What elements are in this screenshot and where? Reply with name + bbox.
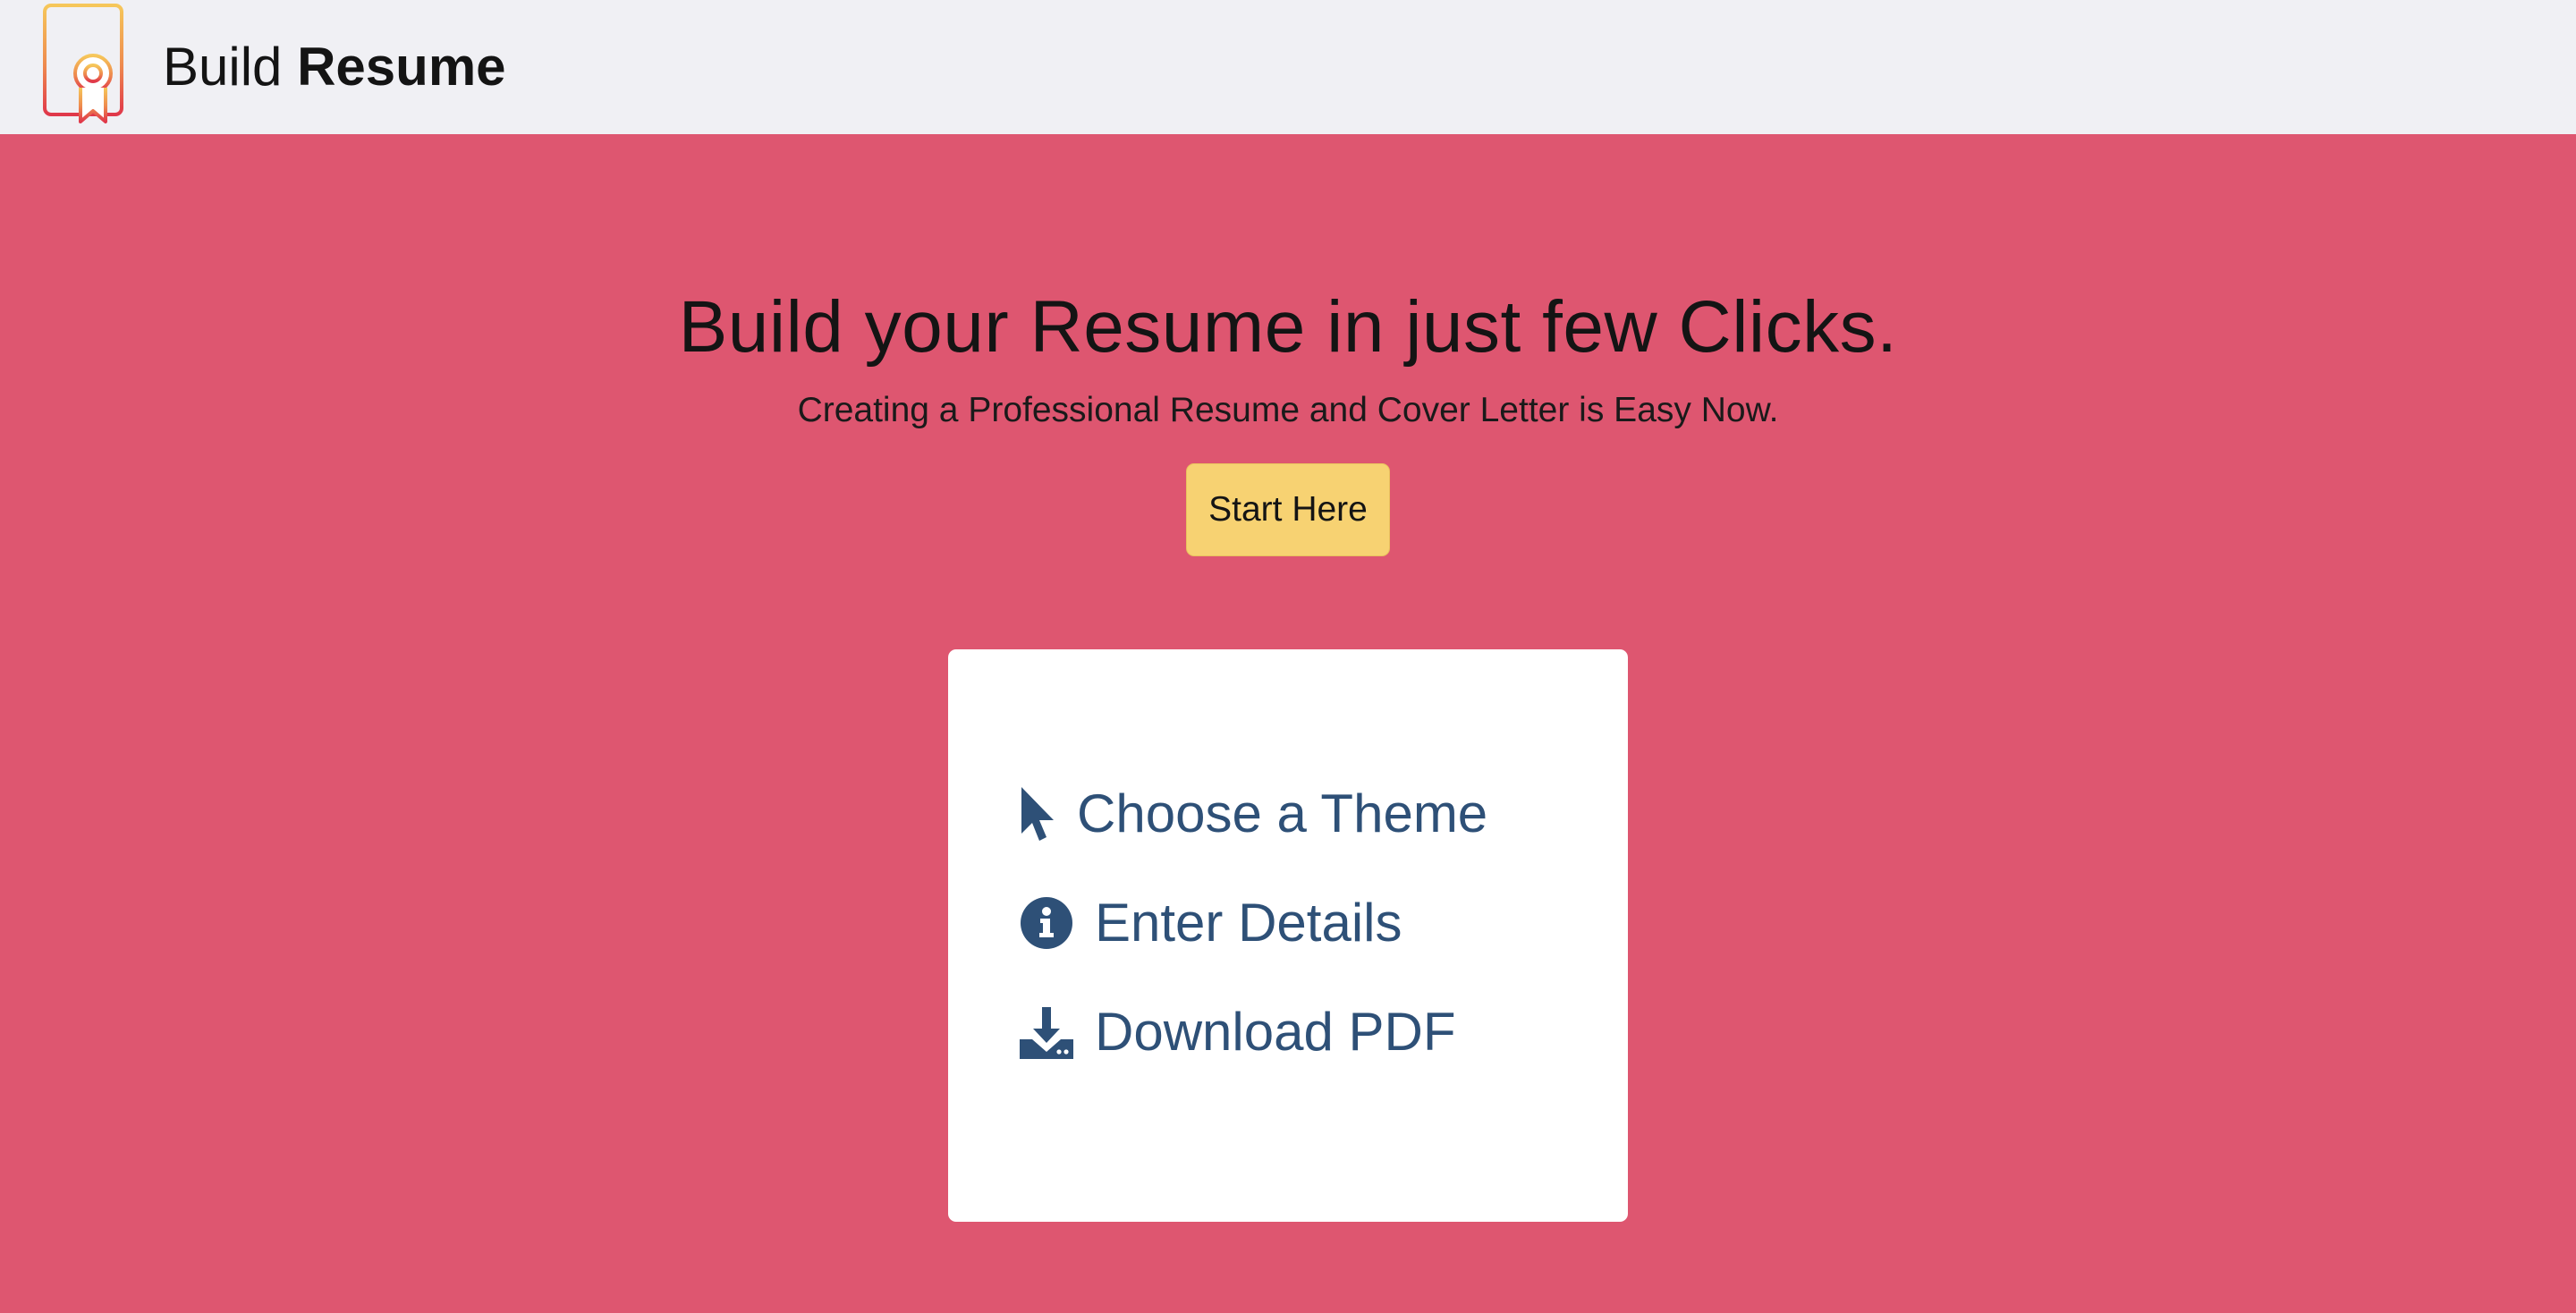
landing-page: Build Resume Build your Resume in just f… [0,0,2576,1313]
resume-certificate-icon [43,4,123,123]
brand-name-light: Build [163,37,298,97]
step-enter-details: Enter Details [1020,891,1628,955]
cursor-pointer-icon [1020,785,1055,843]
info-circle-icon [1020,896,1073,950]
start-here-button[interactable]: Start Here [1186,462,1390,556]
step-choose-theme: Choose a Theme [1020,782,1628,846]
step-label: Choose a Theme [1077,784,1488,843]
step-label: Enter Details [1095,893,1402,953]
step-download-pdf: Download PDF [1020,1000,1628,1064]
navbar: Build Resume [0,0,2576,134]
steps-card: Choose a Theme Enter Details Download PD… [948,649,1628,1222]
brand-name: Build Resume [163,40,506,94]
step-label: Download PDF [1095,1002,1456,1062]
brand-link[interactable]: Build Resume [41,4,506,127]
download-icon [1020,1005,1073,1059]
hero-subtitle: Creating a Professional Resume and Cover… [797,391,1779,429]
brand-name-bold: Resume [297,37,506,97]
hero-section: Build your Resume in just few Clicks. Cr… [0,134,2576,556]
hero-title: Build your Resume in just few Clicks. [678,286,1898,368]
